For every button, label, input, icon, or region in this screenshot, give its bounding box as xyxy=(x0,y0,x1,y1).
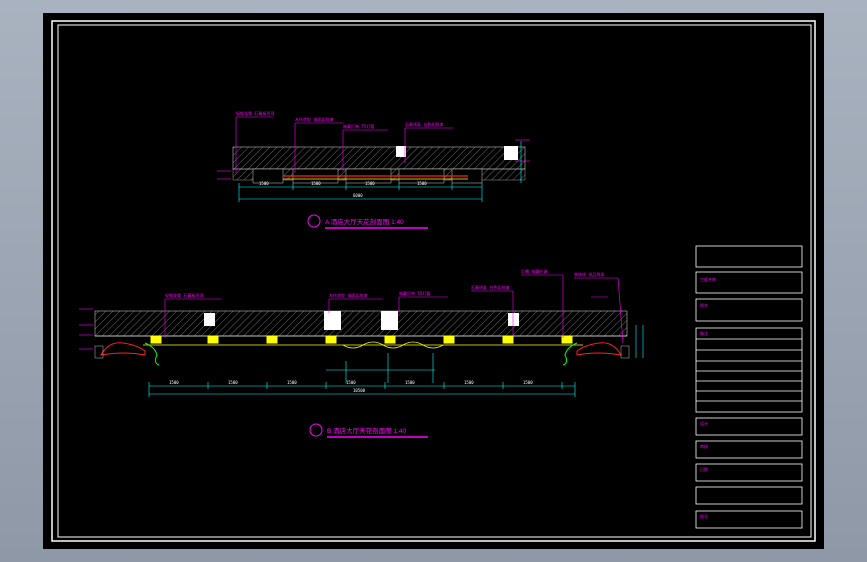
moulding-left xyxy=(100,342,146,356)
title-block-project-label: 工程名称 xyxy=(700,276,716,282)
svg-text:石膏线条 白色乳胶漆: 石膏线条 白色乳胶漆 xyxy=(471,284,509,290)
section-2: 轻钢龙骨 石膏板吊顶 木作造型 饰面乳胶漆 暗藏灯带 T5灯管 石膏线条 白色乳… xyxy=(79,268,644,438)
svg-text:1500: 1500 xyxy=(228,380,238,385)
svg-text:1500: 1500 xyxy=(365,181,375,186)
svg-text:暗藏灯带 T5灯管: 暗藏灯带 T5灯管 xyxy=(343,123,374,129)
drawing-sheet: 轻钢龙骨 石膏板吊顶 木作造型 饰面乳胶漆 暗藏灯带 T5灯管 石膏线条 白色乳… xyxy=(43,13,824,549)
cad-drawing: 轻钢龙骨 石膏板吊顶 木作造型 饰面乳胶漆 暗藏灯带 T5灯管 石膏线条 白色乳… xyxy=(51,20,816,542)
moulding-right xyxy=(576,342,622,356)
svg-text:1500: 1500 xyxy=(259,181,269,186)
svg-text:木作造型 饰面乳胶漆: 木作造型 饰面乳胶漆 xyxy=(329,292,367,298)
svg-text:1500: 1500 xyxy=(346,380,356,385)
svg-text:1500: 1500 xyxy=(311,181,321,186)
section-1-marker xyxy=(307,214,321,228)
svg-text:1500: 1500 xyxy=(417,181,427,186)
title-block-reviewer-label: 审核 xyxy=(700,443,708,449)
svg-text:木作造型 饰面乳胶漆: 木作造型 饰面乳胶漆 xyxy=(295,116,333,122)
svg-text:轻钢龙骨 石膏板吊顶: 轻钢龙骨 石膏板吊顶 xyxy=(236,110,274,116)
ceiling-slab-1 xyxy=(232,146,526,170)
section-2-marker xyxy=(309,423,323,437)
svg-text:10500: 10500 xyxy=(353,388,366,393)
svg-text:暗藏灯带 T5灯管: 暗藏灯带 T5灯管 xyxy=(399,290,430,296)
svg-text:装饰线 成品线条: 装饰线 成品线条 xyxy=(574,271,604,277)
section-1-title: A 酒店大厅天花剖面图 1:40 xyxy=(325,217,404,226)
section-1: 轻钢龙骨 石膏板吊顶 木作造型 饰面乳胶漆 暗藏灯带 T5灯管 石膏线条 白色乳… xyxy=(217,110,530,229)
svg-text:轻钢龙骨 石膏板吊顶: 轻钢龙骨 石膏板吊顶 xyxy=(165,292,203,298)
svg-text:灯槽 暗藏光源: 灯槽 暗藏光源 xyxy=(521,268,547,274)
title-block-drawing-name-label: 图名 xyxy=(700,302,708,308)
inner-frame xyxy=(57,24,812,538)
svg-text:石膏线条 白色乳胶漆: 石膏线条 白色乳胶漆 xyxy=(405,121,443,127)
title-block xyxy=(695,245,803,529)
title-block-sheet-number-label: 图号 xyxy=(700,513,708,519)
svg-text:1500: 1500 xyxy=(523,380,533,385)
title-block-designer-label: 设计 xyxy=(700,420,708,426)
section-2-title: B 酒店大厅天花剖面图 1:40 xyxy=(327,426,406,435)
title-block-notes-label: 备注 xyxy=(700,330,708,336)
title-block-date-label: 日期 xyxy=(700,466,708,472)
svg-text:1500: 1500 xyxy=(405,380,415,385)
svg-text:1500: 1500 xyxy=(169,380,179,385)
svg-text:1500: 1500 xyxy=(464,380,474,385)
ceiling-slab-2 xyxy=(94,310,628,337)
svg-text:6000: 6000 xyxy=(353,193,363,198)
svg-text:1500: 1500 xyxy=(287,380,297,385)
